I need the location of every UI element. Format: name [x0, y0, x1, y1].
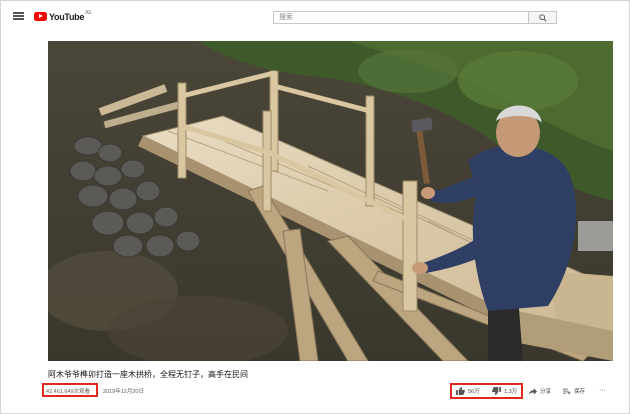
browser-frame: YouTube AE 搜索 阿木爷爷榫卯打造一座木拱桥，全程无钉子，高手在民间 … — [0, 0, 630, 414]
logo-text: YouTube — [49, 11, 85, 22]
search-icon — [539, 14, 547, 22]
upload-date: 2019年12月20日 — [103, 389, 144, 395]
video-frame — [48, 41, 613, 361]
top-bar: YouTube AE — [1, 1, 629, 31]
view-count: 42,461,649次观看 — [46, 389, 91, 395]
like-count: 56万 — [468, 389, 480, 395]
thumbs-down-icon — [492, 387, 501, 395]
share-label: 分享 — [540, 389, 552, 395]
youtube-logo[interactable]: YouTube AE — [34, 9, 92, 22]
video-player[interactable] — [48, 41, 613, 361]
video-title: 阿木爷爷榫卯打造一座木拱桥，全程无钉子，高手在民间 — [48, 370, 248, 379]
save-icon — [563, 388, 571, 394]
thumbs-up-icon — [456, 387, 465, 395]
youtube-logo-icon — [34, 12, 47, 21]
share-button[interactable]: 分享 — [529, 387, 551, 395]
save-button[interactable]: 保存 — [563, 387, 585, 395]
more-icon[interactable]: ⋯ — [599, 386, 607, 394]
save-label: 保存 — [574, 389, 586, 395]
like-button[interactable]: 56万 — [456, 387, 480, 395]
share-icon — [529, 387, 537, 395]
dislike-button[interactable]: 1.3万 — [492, 387, 517, 395]
menu-icon[interactable] — [13, 12, 24, 20]
search-input[interactable] — [273, 11, 528, 24]
logo-country-code: AE — [85, 9, 92, 16]
search-button[interactable] — [528, 11, 557, 24]
dislike-count: 1.3万 — [504, 389, 518, 395]
